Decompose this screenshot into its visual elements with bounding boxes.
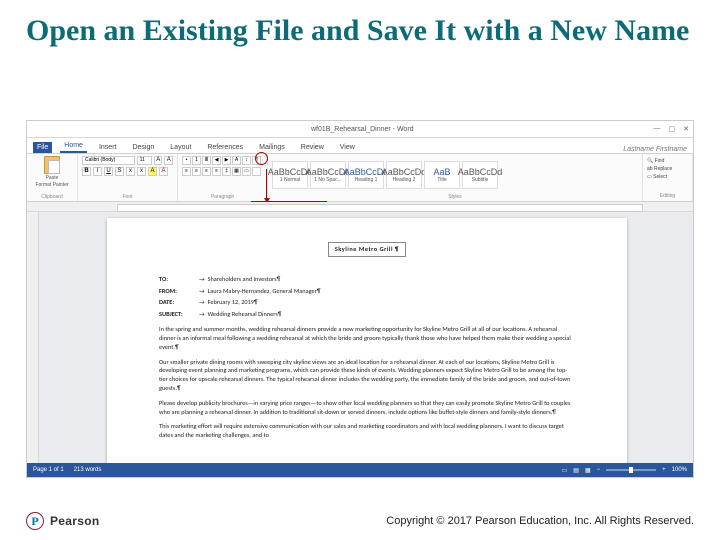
zoom-out-button[interactable]: − (597, 467, 601, 473)
spare (252, 167, 261, 176)
style-subtitle[interactable]: AaBbCcDdSubtitle (462, 161, 498, 189)
sup-button[interactable]: x (137, 167, 146, 176)
italic-button[interactable]: I (93, 167, 102, 176)
memo-from: Laura Mabry-Hernandez, General Manager¶ (208, 287, 321, 296)
zoom-slider[interactable] (606, 469, 656, 471)
tab-design[interactable]: Design (128, 142, 158, 153)
shrink-font[interactable]: A (164, 156, 173, 165)
group-editing: Editing (647, 192, 688, 200)
tab-view[interactable]: View (336, 142, 359, 153)
grow-font[interactable]: A (154, 156, 163, 165)
justify-button[interactable]: ≡ (212, 167, 221, 176)
group-paragraph: Paragraph (182, 194, 263, 200)
ribbon: Paste Format Painter Clipboard Calibri (… (27, 154, 693, 202)
tab-insert[interactable]: Insert (95, 142, 121, 153)
memo-header: Skyline Metro Grill ¶ (328, 242, 406, 257)
tab-file[interactable]: File (33, 142, 52, 153)
dec-indent-button[interactable]: ◀ (212, 156, 221, 165)
font-name-select[interactable]: Calibri (Body) (82, 156, 135, 165)
highlight-button[interactable]: A (148, 167, 157, 176)
zoom-in-button[interactable]: + (662, 467, 666, 473)
style-title[interactable]: AaBTitle (424, 161, 460, 189)
tab-review[interactable]: Review (297, 142, 328, 153)
zoom-level[interactable]: 100% (672, 467, 687, 473)
select-button[interactable]: ▭ Select (647, 173, 688, 181)
memo-p1: In the spring and summer months, wedding… (159, 325, 575, 351)
style-nospacing[interactable]: AaBbCcDd1 No Spac... (310, 161, 346, 189)
inc-indent-button[interactable]: ▶ (222, 156, 231, 165)
showhide-button[interactable]: ¶ (252, 156, 261, 165)
memo-date: February 12, 2019¶ (208, 298, 258, 307)
line-spacing-button[interactable]: ‡ (222, 167, 231, 176)
paste-icon[interactable] (44, 156, 60, 174)
shading-button[interactable]: ▦ (232, 167, 241, 176)
sort-button[interactable]: A (232, 156, 241, 165)
minimize-icon[interactable]: — (654, 125, 661, 133)
borders-button[interactable]: ▭ (242, 167, 251, 176)
pearson-logo-icon: P (26, 512, 44, 530)
tab-home[interactable]: Home (60, 140, 87, 153)
find-button[interactable]: 🔍 Find (647, 157, 688, 165)
tab-mailings[interactable]: Mailings (255, 142, 289, 153)
memo-p2: Our smaller private dining rooms with sw… (159, 358, 575, 393)
page-area: Skyline Metro Grill ¶ TO:→ Shareholders … (27, 212, 693, 464)
titlebar: wf01B_Rehearsal_Dinner - Word — ▢ ✕ (27, 121, 693, 138)
align-left-button[interactable]: ≡ (182, 167, 191, 176)
replace-button[interactable]: ab Replace (647, 165, 688, 173)
bullets-button[interactable]: • (182, 156, 191, 165)
ruler-vertical (27, 212, 39, 464)
memo-from-label: FROM: (159, 287, 199, 296)
memo-subject: Wedding Rehearsal Dinners¶ (208, 310, 282, 319)
style-heading2[interactable]: AaBbCcDdHeading 2 (386, 161, 422, 189)
format-painter[interactable]: Format Painter (35, 182, 68, 188)
signin-name[interactable]: Lastname Firstname (623, 146, 687, 153)
slide-footer: P Pearson Copyright © 2017 Pearson Educa… (26, 512, 694, 530)
view-web-icon[interactable]: ▦ (585, 467, 591, 474)
group-font: Font (82, 194, 173, 200)
group-styles: Styles (272, 194, 638, 200)
strike-button[interactable]: S (115, 167, 124, 176)
maximize-icon[interactable]: ▢ (669, 125, 676, 133)
spacing-button[interactable]: ↕ (242, 156, 251, 165)
view-read-icon[interactable]: ▭ (562, 467, 568, 474)
close-icon[interactable]: ✕ (683, 125, 689, 133)
font-size-select[interactable]: 11 (137, 156, 152, 165)
style-normal[interactable]: AaBbCcDd1 Normal (272, 161, 308, 189)
memo-to-label: TO: (159, 275, 199, 284)
status-bar: Page 1 of 1 213 words ▭ ▤ ▦ − + 100% (27, 463, 693, 477)
doc-title: wf01B_Rehearsal_Dinner - Word (71, 126, 654, 133)
document-page[interactable]: Skyline Metro Grill ¶ TO:→ Shareholders … (107, 218, 627, 464)
numbering-button[interactable]: 1 (192, 156, 201, 165)
slide-title: Open an Existing File and Save It with a… (26, 14, 694, 49)
memo-to: Shareholders and Investors¶ (208, 275, 281, 284)
copyright-text: Copyright © 2017 Pearson Education, Inc.… (386, 515, 694, 527)
bold-button[interactable]: B (82, 167, 91, 176)
paste-label: Paste (46, 175, 59, 181)
status-page[interactable]: Page 1 of 1 (33, 467, 64, 473)
align-right-button[interactable]: ≡ (202, 167, 211, 176)
font-color-button[interactable]: A (159, 167, 168, 176)
view-print-icon[interactable]: ▤ (573, 467, 579, 474)
group-clipboard: Clipboard (31, 194, 73, 200)
sub-button[interactable]: x (126, 167, 135, 176)
word-screenshot: wf01B_Rehearsal_Dinner - Word — ▢ ✕ File… (26, 120, 694, 478)
arrow-showhide (266, 169, 267, 201)
style-heading1[interactable]: AaBbCcDdHeading 1 (348, 161, 384, 189)
ruler-horizontal (27, 202, 693, 212)
memo-p3: Please develop publicity brochures—in va… (159, 399, 575, 417)
memo-date-label: DATE: (159, 298, 199, 307)
ribbon-tabs: File Home Insert Design Layout Reference… (27, 138, 693, 154)
memo-p4: This marketing effort will require exten… (159, 422, 575, 440)
align-center-button[interactable]: ≡ (192, 167, 201, 176)
status-words[interactable]: 213 words (74, 467, 102, 473)
tab-references[interactable]: References (203, 142, 247, 153)
underline-button[interactable]: U (104, 167, 113, 176)
pearson-brand: Pearson (50, 514, 99, 528)
tab-layout[interactable]: Layout (166, 142, 195, 153)
memo-subject-label: SUBJECT: (159, 310, 199, 319)
multilevel-button[interactable]: ≣ (202, 156, 211, 165)
